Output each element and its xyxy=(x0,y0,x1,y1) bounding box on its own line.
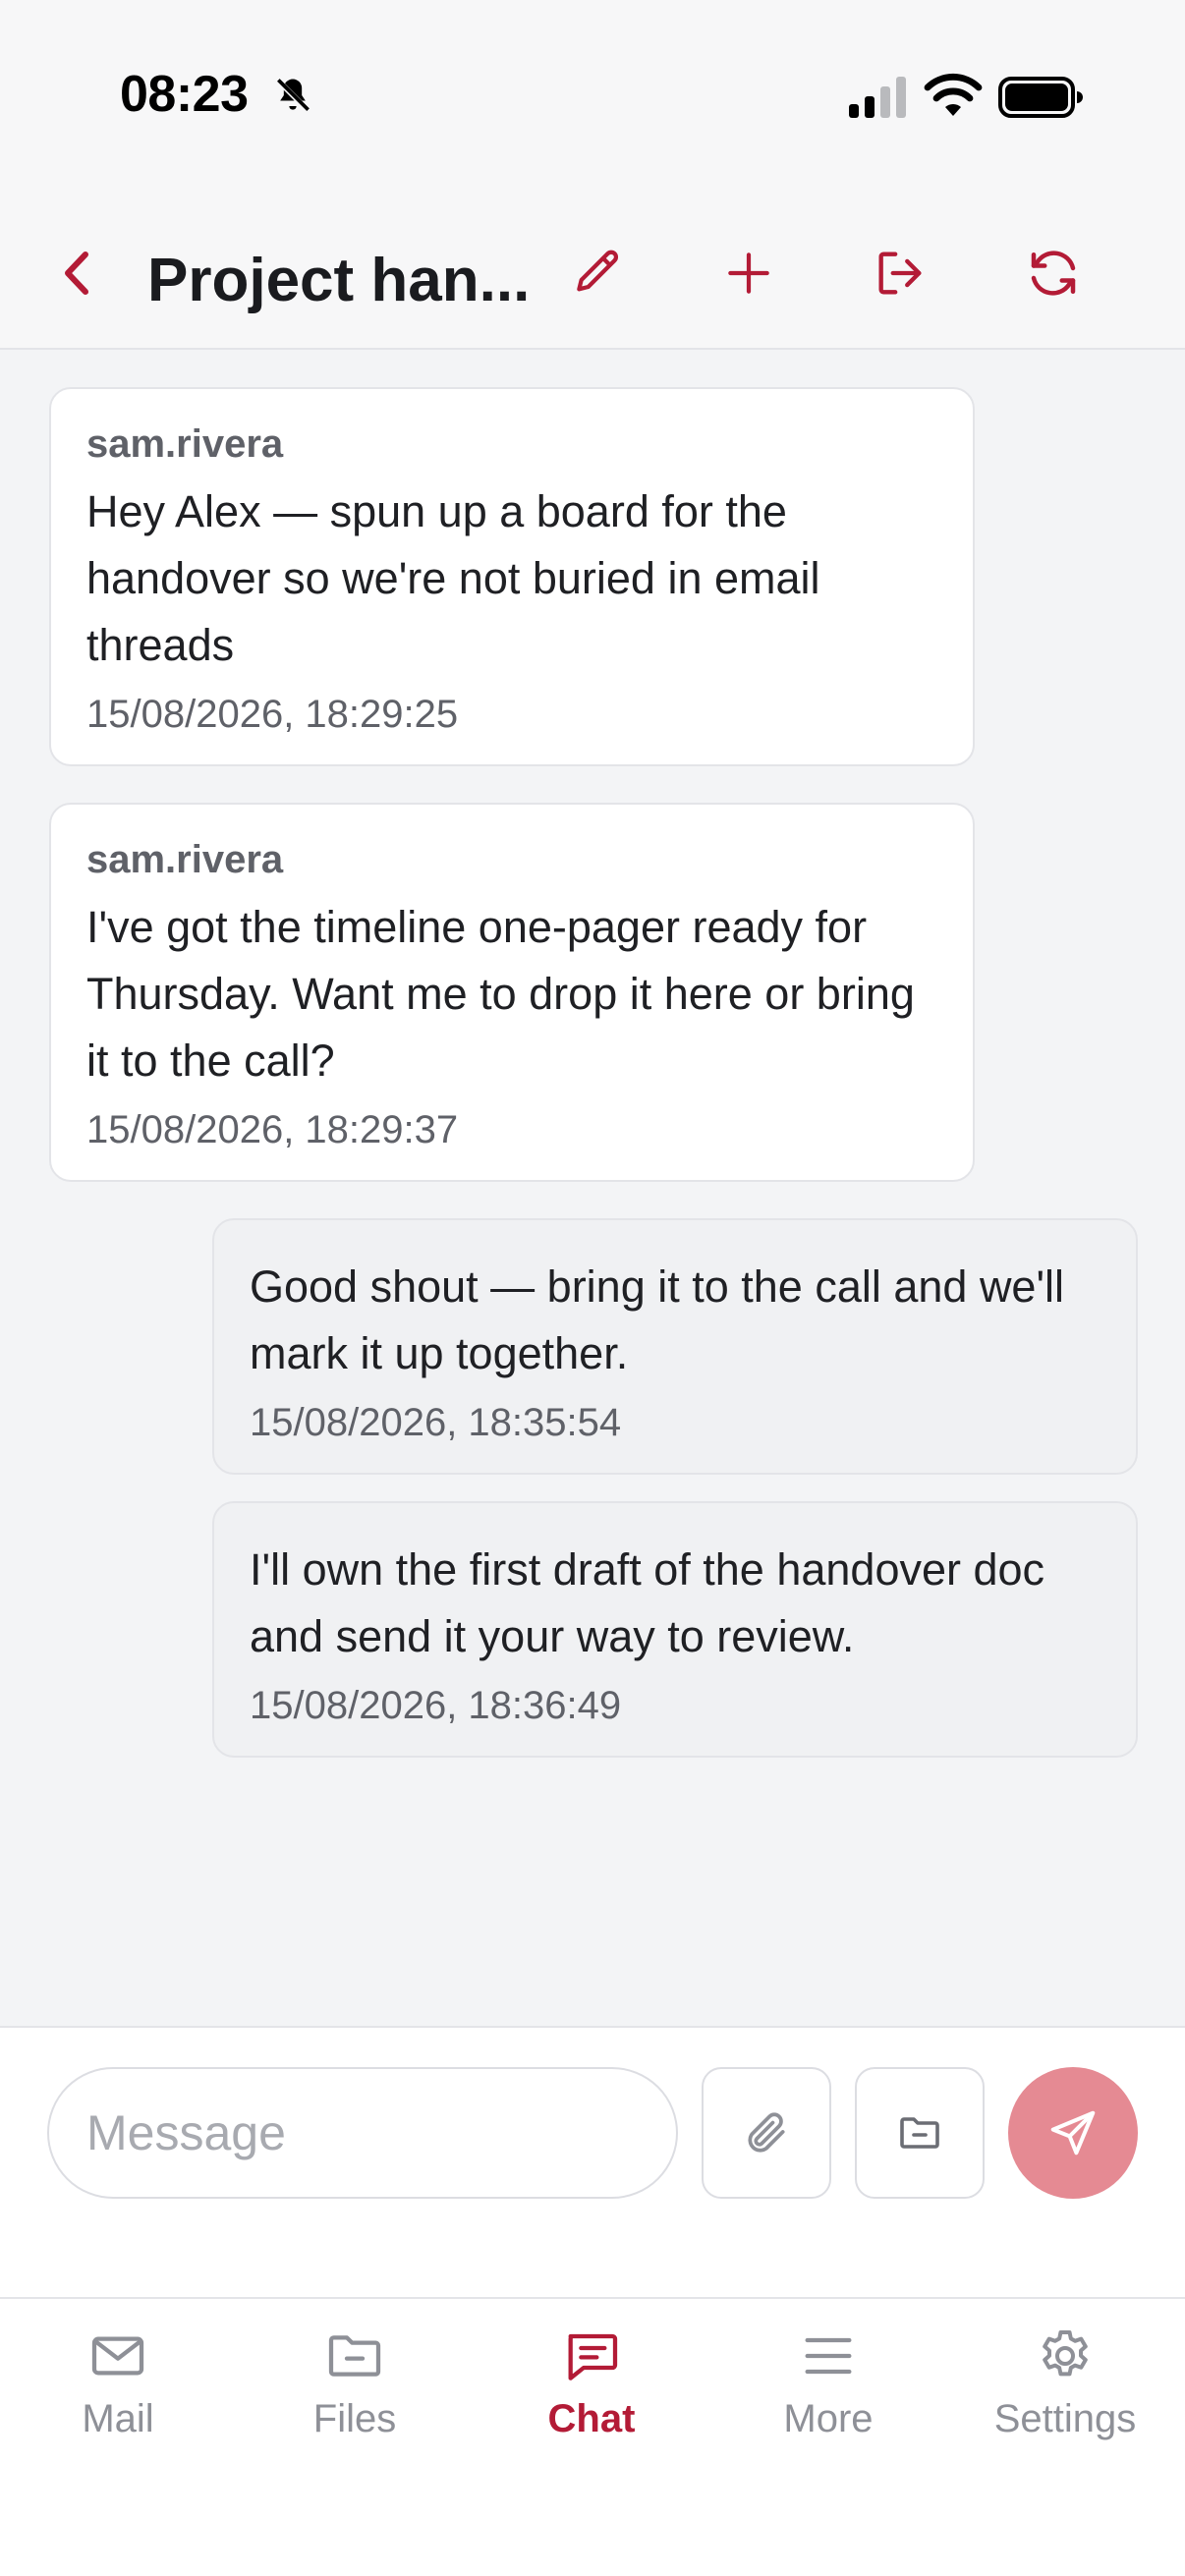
folder-icon xyxy=(900,2117,939,2149)
tab-settings[interactable]: Settings xyxy=(947,2324,1183,2472)
message-list[interactable]: sam.rivera Hey Alex — spun up a board fo… xyxy=(0,352,1185,2026)
tab-label: Chat xyxy=(547,2397,636,2440)
tab-label: Mail xyxy=(82,2397,154,2440)
gear-icon xyxy=(1043,2330,1088,2377)
message-bubble-incoming[interactable]: sam.rivera I've got the timeline one-pag… xyxy=(49,803,975,1182)
tab-label: Files xyxy=(312,2397,397,2440)
leave-chat-button[interactable] xyxy=(853,226,947,320)
chevron-left-icon xyxy=(65,252,88,295)
attach-button[interactable] xyxy=(702,2067,831,2199)
message-timestamp: 15/08/2026, 18:36:49 xyxy=(250,1684,622,1727)
chat-header: Project han... xyxy=(0,196,1185,350)
plus-icon xyxy=(728,252,769,294)
message-sender: sam.rivera xyxy=(86,422,284,466)
status-bar: 08:23 xyxy=(0,0,1185,196)
message-text: I'll own the first draft of the handover… xyxy=(250,1544,1045,1661)
message-timestamp: 15/08/2026, 18:35:54 xyxy=(250,1401,622,1444)
tab-files[interactable]: Files xyxy=(237,2324,473,2472)
tab-chat[interactable]: Chat xyxy=(474,2324,709,2472)
chat-icon xyxy=(568,2333,618,2380)
tab-mail[interactable]: Mail xyxy=(0,2324,236,2472)
folder-icon xyxy=(328,2335,381,2377)
attach-file-button[interactable] xyxy=(855,2067,985,2199)
wifi-icon xyxy=(924,73,983,116)
tab-label: Settings xyxy=(993,2397,1137,2440)
message-text: I've got the timeline one-pager ready fo… xyxy=(86,902,915,1086)
bottom-tab-bar: Mail Files Chat More Settings xyxy=(0,2297,1185,2576)
add-button[interactable] xyxy=(702,226,796,320)
mail-icon xyxy=(91,2336,144,2376)
bell-off-icon xyxy=(274,77,311,114)
refresh-icon xyxy=(1031,251,1076,296)
paperclip-icon xyxy=(748,2112,785,2153)
tab-more[interactable]: More xyxy=(710,2324,946,2472)
leave-icon xyxy=(878,252,922,295)
page-title: Project han... xyxy=(147,247,531,314)
refresh-button[interactable] xyxy=(1006,226,1100,320)
message-timestamp: 15/08/2026, 18:29:25 xyxy=(86,693,459,736)
edit-icon xyxy=(577,250,619,292)
message-sender: sam.rivera xyxy=(86,838,284,881)
message-text: Good shout — bring it to the call and we… xyxy=(250,1261,1065,1378)
message-bubble-incoming[interactable]: sam.rivera Hey Alex — spun up a board fo… xyxy=(49,387,975,766)
status-time: 08:23 xyxy=(120,66,249,123)
send-icon xyxy=(1050,2110,1096,2156)
tab-label: More xyxy=(783,2397,874,2440)
battery-icon xyxy=(998,77,1083,118)
back-button[interactable] xyxy=(47,226,106,320)
message-composer xyxy=(0,2026,1185,2297)
edit-button[interactable] xyxy=(550,226,645,320)
message-input[interactable] xyxy=(47,2067,678,2199)
message-timestamp: 15/08/2026, 18:29:37 xyxy=(86,1108,459,1151)
cellular-signal-icon xyxy=(849,77,906,118)
send-button[interactable] xyxy=(1008,2067,1138,2199)
message-bubble-outgoing[interactable]: I'll own the first draft of the handover… xyxy=(212,1501,1138,1758)
message-text: Hey Alex — spun up a board for the hando… xyxy=(86,486,820,670)
menu-icon xyxy=(805,2337,852,2375)
message-bubble-outgoing[interactable]: Good shout — bring it to the call and we… xyxy=(212,1218,1138,1475)
